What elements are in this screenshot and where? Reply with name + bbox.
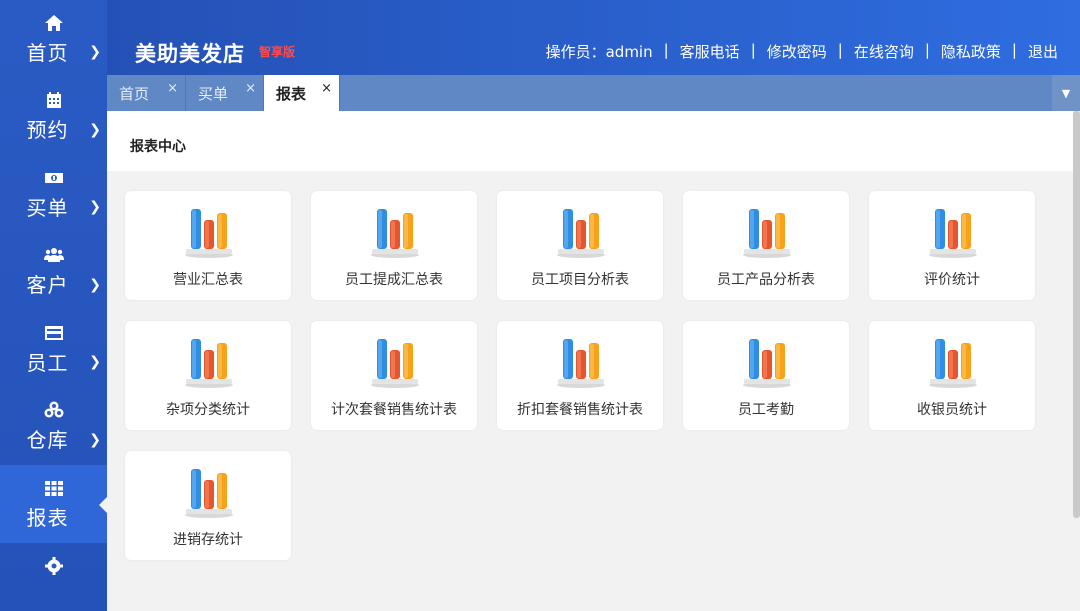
tab-label: 首页 bbox=[119, 84, 150, 103]
bar-chart-icon bbox=[743, 209, 791, 258]
report-card-label: 员工项目分析表 bbox=[531, 272, 629, 288]
close-icon[interactable]: × bbox=[321, 81, 332, 96]
report-card[interactable]: 营业汇总表 bbox=[125, 191, 291, 300]
sidebar-item-reports[interactable]: 报表 bbox=[0, 465, 107, 543]
chevron-right-icon: ❯ bbox=[89, 276, 101, 293]
grid-icon bbox=[43, 477, 65, 499]
tab-label: 买单 bbox=[198, 84, 229, 103]
sidebar-item-appointment[interactable]: 预约 ❯ bbox=[0, 78, 107, 156]
sidebar: 首页 ❯ 预约 ❯ 买单 ❯ 客户 ❯ 员工 ❯ 仓库 ❯ 报表 bbox=[0, 0, 107, 611]
sidebar-item-staff[interactable]: 员工 ❯ bbox=[0, 310, 107, 388]
report-card[interactable]: 计次套餐销售统计表 bbox=[311, 321, 477, 430]
report-card[interactable]: 员工产品分析表 bbox=[683, 191, 849, 300]
sidebar-item-label: 仓库 bbox=[26, 428, 69, 453]
sidebar-item-warehouse[interactable]: 仓库 ❯ bbox=[0, 388, 107, 466]
customer-service-link[interactable]: 客服电话 bbox=[680, 41, 740, 62]
sidebar-item-label: 买单 bbox=[26, 195, 69, 220]
chevron-right-icon: ❯ bbox=[89, 44, 101, 60]
tab-bar: 首页 × 买单 × 报表 × ▼ bbox=[107, 75, 1080, 111]
online-consult-link[interactable]: 在线咨询 bbox=[854, 41, 914, 62]
report-card[interactable]: 折扣套餐销售统计表 bbox=[497, 321, 663, 430]
bar-chart-icon bbox=[185, 469, 233, 518]
report-card[interactable]: 评价统计 bbox=[869, 191, 1035, 300]
sidebar-item-label: 员工 bbox=[26, 350, 69, 375]
bar-chart-icon bbox=[557, 339, 605, 388]
privacy-policy-link[interactable]: 隐私政策 bbox=[941, 41, 1001, 62]
users-icon bbox=[43, 244, 65, 266]
tab-label: 报表 bbox=[276, 84, 307, 103]
bar-chart-icon bbox=[743, 339, 791, 388]
tab-dropdown-button[interactable]: ▼ bbox=[1052, 75, 1080, 111]
chevron-right-icon: ❯ bbox=[89, 199, 101, 215]
report-card-label: 员工考勤 bbox=[738, 402, 794, 418]
sidebar-item-label: 报表 bbox=[26, 505, 69, 530]
report-card[interactable]: 员工考勤 bbox=[683, 321, 849, 430]
money-icon bbox=[43, 167, 65, 189]
bar-chart-icon bbox=[185, 339, 233, 388]
report-card-label: 评价统计 bbox=[924, 272, 980, 288]
active-pointer bbox=[99, 497, 107, 513]
report-card-label: 计次套餐销售统计表 bbox=[331, 402, 457, 418]
operator-label: 操作员：admin bbox=[545, 43, 653, 61]
report-card-label: 杂项分类统计 bbox=[166, 402, 250, 418]
report-card[interactable]: 杂项分类统计 bbox=[125, 321, 291, 430]
report-card[interactable]: 员工提成汇总表 bbox=[311, 191, 477, 300]
sidebar-item-checkout[interactable]: 买单 ❯ bbox=[0, 155, 107, 233]
top-header: 美助美发店 智享版 操作员：admin | 客服电话 | 修改密码 | 在线咨询… bbox=[107, 0, 1080, 75]
cubes-icon bbox=[43, 399, 65, 421]
sidebar-item-customers[interactable]: 客户 ❯ bbox=[0, 233, 107, 311]
panel-header: 报表中心 bbox=[107, 111, 1073, 171]
page-title: 报表中心 bbox=[130, 139, 186, 155]
chevron-right-icon: ❯ bbox=[89, 121, 101, 138]
chevron-right-icon: ❯ bbox=[89, 431, 101, 448]
chevron-right-icon: ❯ bbox=[89, 354, 101, 370]
brand-title: 美助美发店 bbox=[135, 42, 245, 66]
report-card-label: 营业汇总表 bbox=[173, 272, 243, 288]
tab-home[interactable]: 首页 × bbox=[107, 75, 186, 111]
report-card[interactable]: 进销存统计 bbox=[125, 451, 291, 560]
report-card[interactable]: 收银员统计 bbox=[869, 321, 1035, 430]
report-card-label: 员工提成汇总表 bbox=[345, 272, 443, 288]
chevron-down-icon: ▼ bbox=[1061, 86, 1071, 100]
report-card-label: 折扣套餐销售统计表 bbox=[517, 402, 643, 418]
tab-checkout[interactable]: 买单 × bbox=[186, 75, 264, 111]
logout-link[interactable]: 退出 bbox=[1028, 41, 1058, 62]
main-content: 报表中心 营业汇总表 员工提成汇总表 员工项目分析表 员工产品分析表 评价统计杂项分类统… bbox=[107, 111, 1073, 611]
edition-badge: 智享版 bbox=[259, 45, 296, 59]
bar-chart-icon bbox=[929, 339, 977, 388]
top-nav: 操作员：admin | 客服电话 | 修改密码 | 在线咨询 | 隐私政策 | … bbox=[545, 41, 1058, 62]
report-card-label: 收银员统计 bbox=[917, 402, 987, 418]
sidebar-item-settings[interactable] bbox=[0, 543, 107, 611]
card-icon bbox=[43, 322, 65, 344]
close-icon[interactable]: × bbox=[245, 81, 256, 96]
gear-icon bbox=[43, 555, 65, 577]
bar-chart-icon bbox=[929, 209, 977, 258]
report-card-label: 进销存统计 bbox=[173, 532, 243, 548]
bar-chart-icon bbox=[371, 209, 419, 258]
bar-chart-icon bbox=[371, 339, 419, 388]
bar-chart-icon bbox=[557, 209, 605, 258]
report-card[interactable]: 员工项目分析表 bbox=[497, 191, 663, 300]
sidebar-item-label: 客户 bbox=[26, 273, 69, 298]
home-icon bbox=[43, 12, 65, 34]
tab-reports[interactable]: 报表 × bbox=[264, 75, 340, 111]
close-icon[interactable]: × bbox=[167, 81, 178, 96]
report-card-label: 员工产品分析表 bbox=[717, 272, 815, 288]
scrollbar[interactable] bbox=[1073, 111, 1080, 518]
change-password-link[interactable]: 修改密码 bbox=[767, 41, 827, 62]
calendar-icon bbox=[43, 89, 65, 111]
sidebar-item-label: 首页 bbox=[26, 40, 69, 65]
bar-chart-icon bbox=[185, 209, 233, 258]
sidebar-item-home[interactable]: 首页 ❯ bbox=[0, 0, 107, 78]
sidebar-item-label: 预约 bbox=[26, 118, 69, 143]
